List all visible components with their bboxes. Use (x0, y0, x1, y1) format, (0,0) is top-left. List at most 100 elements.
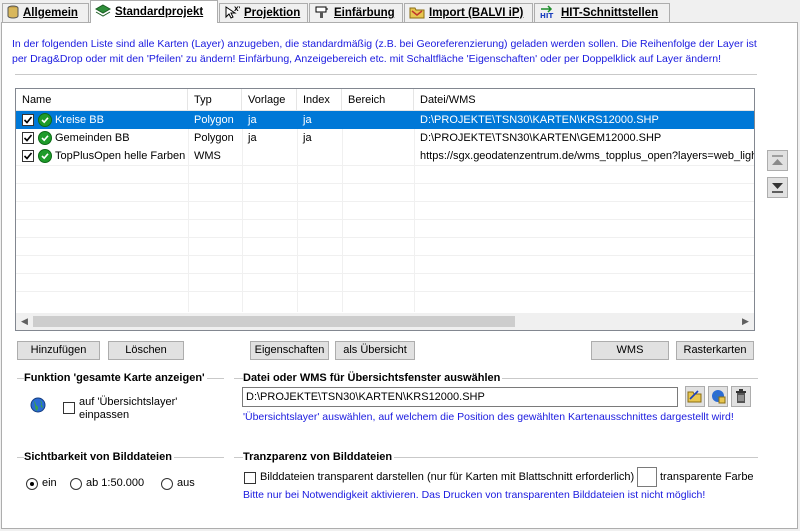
table-row[interactable]: Kreise BB Polygon ja ja D:\PROJEKTE\TSN3… (16, 111, 754, 129)
tab-standardprojekt[interactable]: Standardprojekt (90, 0, 218, 23)
visibility-label-aus: aus (177, 477, 195, 489)
cell-name: Gemeinden BB (55, 132, 130, 144)
fit-overview-label-line2: einpassen (79, 409, 130, 421)
group-title-overview-file: Datei oder WMS für Übersichtsfenster aus… (243, 372, 503, 384)
cell-vorlage: ja (248, 114, 257, 126)
tab-label: Allgemein (23, 7, 78, 19)
cell-index (297, 147, 342, 165)
fit-overview-checkbox[interactable] (63, 402, 75, 414)
tab-label: HIT-Schnittstellen (561, 7, 659, 19)
grid-line (16, 237, 754, 238)
column-header-typ[interactable]: Typ (188, 89, 242, 111)
tab-hit-schnittstellen[interactable]: HIT HIT-Schnittstellen (534, 3, 670, 22)
layer-visible-checkbox[interactable] (22, 150, 34, 162)
group-title-transparency: Tranzparenz von Bilddateien (243, 451, 395, 463)
column-header-vorlage[interactable]: Vorlage (242, 89, 297, 111)
scrollbar-thumb[interactable] (33, 316, 515, 327)
table-row[interactable]: Gemeinden BB Polygon ja ja D:\PROJEKTE\T… (16, 129, 754, 147)
column-header-bereich[interactable]: Bereich (342, 89, 414, 111)
select-wms-button[interactable] (708, 386, 728, 407)
tab-import-balvi[interactable]: Import (BALVI iP) (404, 3, 533, 22)
table-row[interactable]: TopPlusOpen helle Farben WMS https://sgx… (16, 147, 754, 165)
move-down-icon (772, 183, 783, 193)
cell-typ: Polygon (194, 132, 234, 144)
cell-vorlage (242, 147, 297, 165)
visibility-radio-ein[interactable] (26, 478, 38, 490)
cell-bereich (342, 129, 414, 147)
grid-line (16, 219, 754, 220)
layer-visible-checkbox[interactable] (22, 132, 34, 144)
move-down-button[interactable] (767, 177, 788, 198)
visibility-label-scale: ab 1:50.000 (86, 477, 145, 489)
properties-button[interactable]: Eigenschaften (250, 341, 329, 360)
delete-button[interactable]: Löschen (108, 341, 184, 360)
visibility-label-ein: ein (42, 477, 57, 489)
cell-datei: D:\PROJEKTE\TSN30\KARTEN\GEM12000.SHP (420, 132, 662, 144)
grid-line (16, 291, 754, 292)
tab-projektion[interactable]: XY Projektion (219, 3, 308, 22)
globe-icon (30, 397, 46, 416)
svg-text:XY: XY (234, 6, 240, 13)
tab-allgemein[interactable]: Allgemein (2, 3, 89, 22)
horizontal-scrollbar[interactable]: ◀ ▶ (16, 313, 754, 330)
folder-icon (409, 5, 425, 22)
grid-line (16, 273, 754, 274)
cell-index: ja (303, 132, 312, 144)
visibility-radio-scale[interactable] (70, 478, 82, 490)
tab-einfaerbung[interactable]: Einfärbung (309, 3, 403, 22)
svg-text:HIT: HIT (540, 12, 553, 19)
cell-typ: WMS (194, 150, 221, 162)
scroll-right-icon[interactable]: ▶ (737, 313, 754, 330)
move-up-button[interactable] (767, 150, 788, 171)
cell-index: ja (303, 114, 312, 126)
fit-overview-label-line1: auf 'Übersichtslayer' (79, 396, 178, 408)
group-title-visibility: Sichtbarkeit von Bilddateien (24, 451, 174, 463)
info-text: In der folgenden Liste sind alle Karten … (12, 38, 757, 65)
layer-list[interactable]: Name Typ Vorlage Index Bereich Datei/WMS… (15, 88, 755, 331)
open-folder-icon (687, 390, 702, 403)
visibility-radio-aus[interactable] (161, 478, 173, 490)
cell-datei: D:\PROJEKTE\TSN30\KARTEN\KRS12000.SHP (420, 114, 659, 126)
column-header-name[interactable]: Name (16, 89, 188, 111)
tab-label: Einfärbung (334, 7, 395, 19)
cell-typ: Polygon (194, 114, 234, 126)
cell-bereich (342, 147, 414, 165)
layer-visible-checkbox[interactable] (22, 114, 34, 126)
tab-label: Projektion (244, 7, 301, 19)
cell-datei: https://sgx.geodatenzentrum.de/wms_toppl… (420, 150, 754, 162)
grid-line (16, 255, 754, 256)
clear-file-button[interactable] (731, 386, 751, 407)
list-header: Name Typ Vorlage Index Bereich Datei/WMS (16, 89, 754, 111)
transparent-checkbox[interactable] (244, 472, 256, 484)
move-up-icon (772, 155, 783, 165)
as-overview-button[interactable]: als Übersicht (335, 341, 415, 360)
transparency-note: Bitte nur bei Notwendigkeit aktivieren. … (243, 489, 706, 501)
tab-bar: Allgemein Standardprojekt XY Projektion … (0, 0, 800, 23)
raster-maps-button[interactable]: Rasterkarten (676, 341, 754, 360)
cell-bereich (342, 111, 414, 129)
trash-icon (736, 389, 746, 403)
scroll-left-icon[interactable]: ◀ (16, 313, 33, 330)
wms-button[interactable]: WMS (591, 341, 669, 360)
grid-line (16, 165, 754, 166)
projection-icon: XY (224, 5, 244, 22)
column-header-index[interactable]: Index (297, 89, 342, 111)
hit-icon: HIT (539, 4, 557, 22)
tab-label: Standardprojekt (115, 6, 204, 18)
cell-name: Kreise BB (55, 114, 104, 126)
transparent-color-swatch[interactable] (637, 467, 657, 487)
add-button[interactable]: Hinzufügen (17, 341, 100, 360)
wms-globe-icon (712, 390, 726, 404)
column-header-datei[interactable]: Datei/WMS (414, 89, 754, 111)
transparent-color-label: transparente Farbe (660, 471, 754, 483)
divider (15, 74, 757, 75)
open-file-button[interactable] (685, 386, 705, 407)
group-title-full-map: Funktion 'gesamte Karte anzeigen' (24, 372, 207, 384)
overview-file-input[interactable]: D:\PROJEKTE\TSN30\KARTEN\KRS12000.SHP (242, 387, 678, 407)
layers-icon (94, 3, 112, 21)
cell-name: TopPlusOpen helle Farben (55, 150, 186, 162)
transparent-label: Bilddateien transparent darstellen (nur … (260, 471, 635, 483)
cell-vorlage: ja (248, 132, 257, 144)
database-icon (7, 5, 19, 22)
grid-line (16, 183, 754, 184)
